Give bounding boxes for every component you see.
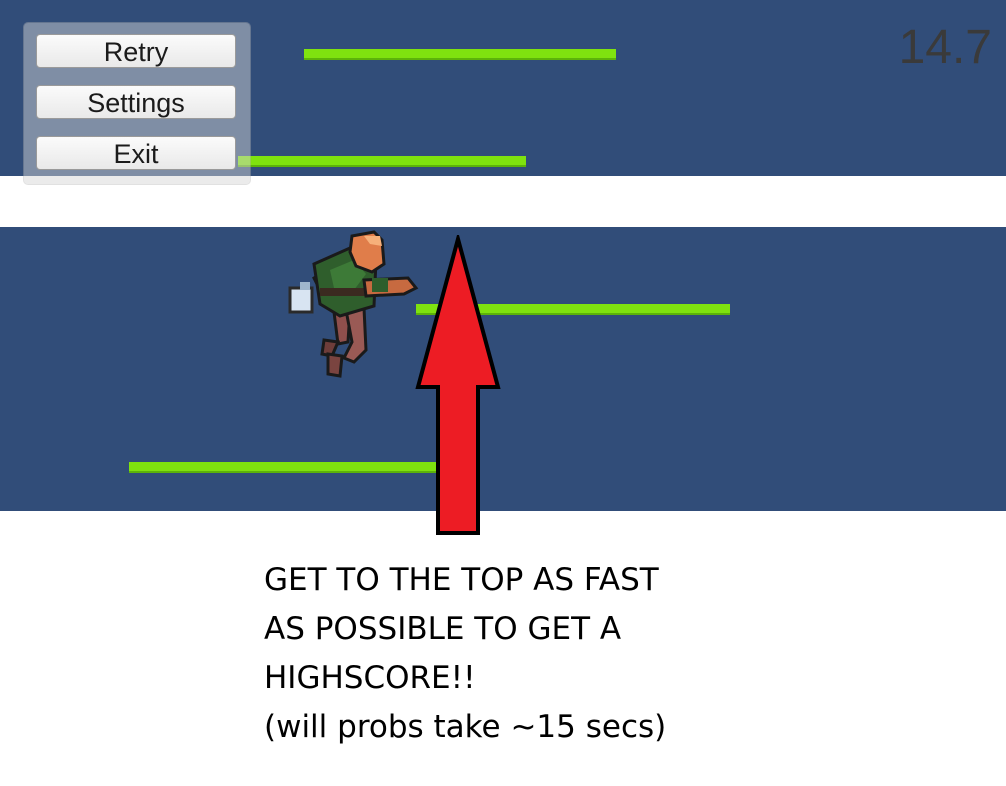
retry-button[interactable]: Retry	[36, 34, 236, 68]
settings-button[interactable]: Settings	[36, 85, 236, 119]
up-arrow-icon	[415, 235, 501, 535]
timer-display: 14.7	[898, 21, 992, 74]
platform	[238, 156, 526, 167]
instruction-line: HIGHSCORE!!	[264, 660, 476, 696]
exit-button[interactable]: Exit	[36, 136, 236, 170]
platform	[304, 49, 616, 60]
pause-menu: Retry Settings Exit	[24, 23, 250, 184]
instruction-line: AS POSSIBLE TO GET A	[264, 611, 622, 647]
instruction-line: (will probs take ~15 secs)	[264, 709, 667, 745]
player-character	[288, 230, 419, 378]
platform	[129, 462, 437, 473]
instructions-text: GET TO THE TOP AS FAST AS POSSIBLE TO GE…	[264, 556, 964, 752]
instruction-line: GET TO THE TOP AS FAST	[264, 562, 659, 598]
